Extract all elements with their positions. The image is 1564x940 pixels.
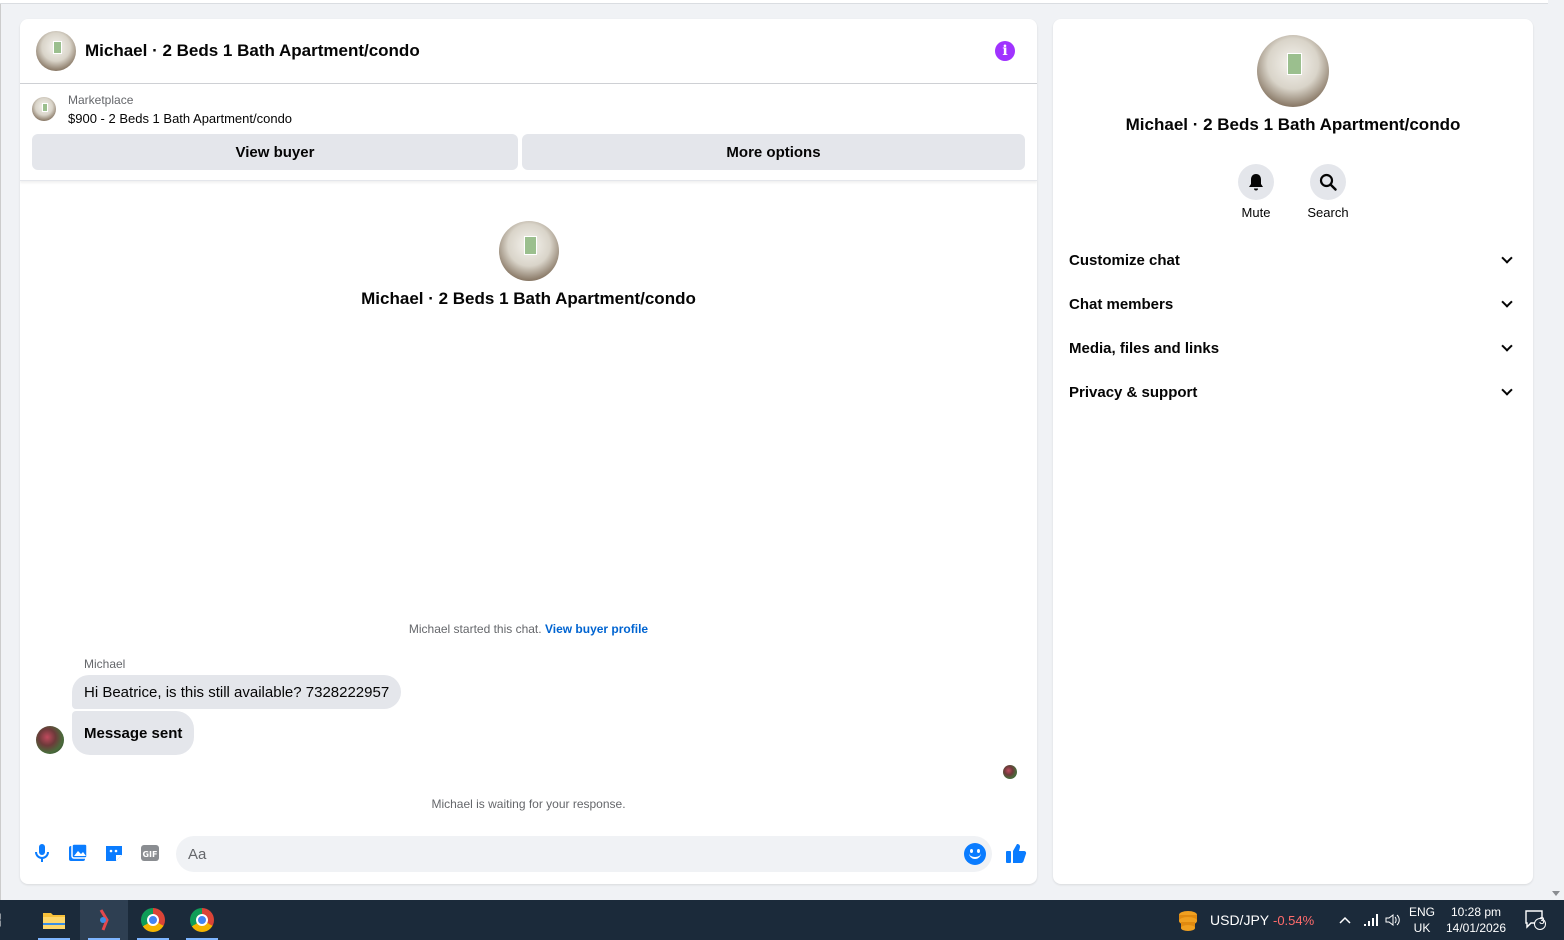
sender-avatar[interactable] [36, 726, 64, 754]
message-composer: GIF [20, 831, 1037, 875]
info-title: Michael · 2 Beds 1 Bath Apartment/condo [1125, 115, 1461, 134]
clock-date: 14/01/2026 [1445, 921, 1507, 935]
ticker-change[interactable]: -0.54% [1273, 913, 1314, 928]
chrome-profile-h-icon[interactable] [129, 900, 177, 940]
marketplace-label: Marketplace [68, 93, 134, 107]
gif-icon[interactable]: GIF [140, 843, 160, 863]
chat-center-title: Michael · 2 Beds 1 Bath Apartment/condo [361, 289, 696, 308]
chevron-down-icon [1501, 384, 1513, 396]
photo-icon[interactable] [68, 843, 88, 863]
search-button[interactable] [1310, 164, 1346, 200]
ticker-symbol[interactable]: USD/JPY [1210, 912, 1269, 928]
chevron-down-icon [1501, 296, 1513, 308]
more-options-button[interactable]: More options [522, 134, 1025, 170]
chevron-down-icon [1501, 252, 1513, 264]
listing-title[interactable]: $900 - 2 Beds 1 Bath Apartment/condo [68, 111, 292, 126]
volume-icon[interactable] [1380, 900, 1406, 940]
windows-taskbar: USD/JPY -0.54% ENG UK 10:28 pm 14/01/202… [0, 900, 1564, 940]
svg-text:GIF: GIF [142, 850, 157, 859]
thumbs-up-icon[interactable] [1004, 843, 1028, 863]
file-explorer-icon[interactable] [30, 900, 78, 940]
accordion-chat-members[interactable]: Chat members [1069, 286, 1517, 322]
input-language[interactable]: ENG UK [1404, 904, 1440, 936]
sender-name: Michael [84, 657, 126, 671]
chat-header: Michael · 2 Beds 1 Bath Apartment/condo … [20, 19, 1037, 84]
bell-icon [1249, 174, 1263, 191]
message-bubble[interactable]: Hi Beatrice, is this still available? 73… [72, 675, 402, 709]
language-code: ENG [1408, 905, 1435, 919]
accordion-label: Customize chat [1069, 251, 1180, 269]
view-buyer-button[interactable]: View buyer [32, 134, 518, 170]
chat-started-notice: Michael started this chat. View buyer pr… [20, 622, 1037, 636]
seen-receipt-avatar [1003, 765, 1017, 779]
accordion-label: Chat members [1069, 295, 1174, 313]
view-buyer-profile-link[interactable]: View buyer profile [545, 622, 648, 636]
search-label[interactable]: Search [1298, 205, 1358, 220]
accordion-privacy-support[interactable]: Privacy & support [1069, 374, 1517, 410]
message-input[interactable] [176, 836, 992, 872]
marketplace-bar: Marketplace $900 - 2 Beds 1 Bath Apartme… [20, 84, 1037, 181]
clock-time: 10:28 pm [1450, 905, 1502, 919]
scroll-down-arrow-icon[interactable] [1552, 891, 1560, 896]
message-bubble[interactable]: Message sent [72, 711, 195, 755]
listing-avatar[interactable] [36, 31, 76, 71]
browser-top-edge [0, 0, 1548, 4]
chat-title[interactable]: Michael · 2 Beds 1 Bath Apartment/condo [85, 41, 420, 61]
notification-center-icon[interactable]: 3 [1516, 900, 1556, 940]
window-left-edge [0, 4, 1, 900]
vertical-scrollbar[interactable] [1548, 0, 1564, 900]
clock[interactable]: 10:28 pm 14/01/2026 [1440, 904, 1512, 936]
mute-button[interactable] [1238, 164, 1274, 200]
mute-label[interactable]: Mute [1226, 205, 1286, 220]
waiting-notice: Michael is waiting for your response. [431, 797, 626, 811]
chat-center-avatar[interactable] [499, 221, 559, 281]
search-icon [1319, 173, 1337, 191]
notification-count: 3 [1539, 916, 1545, 927]
accordion-label: Privacy & support [1069, 383, 1198, 401]
chevron-down-icon [1501, 340, 1513, 352]
chat-info-panel: Michael · 2 Beds 1 Bath Apartment/condo … [1053, 19, 1533, 884]
chrome-icon[interactable] [178, 900, 226, 940]
microphone-icon[interactable] [32, 843, 52, 863]
info-icon[interactable]: i [995, 41, 1015, 61]
language-region: UK [1413, 921, 1431, 935]
accordion-customize-chat[interactable]: Customize chat [1069, 242, 1517, 278]
accordion-label: Media, files and links [1069, 339, 1220, 357]
task-view-icon[interactable] [0, 900, 16, 940]
chevron-up-icon[interactable] [1332, 900, 1358, 940]
sticker-icon[interactable] [104, 843, 124, 863]
ticker-coins-icon[interactable] [1166, 900, 1210, 940]
app-icon-active[interactable] [80, 900, 128, 940]
accordion-media-files-links[interactable]: Media, files and links [1069, 330, 1517, 366]
listing-thumbnail[interactable] [32, 97, 56, 121]
started-text: Michael started this chat. [408, 622, 542, 636]
chat-panel: Michael · 2 Beds 1 Bath Apartment/condo … [20, 19, 1037, 884]
emoji-icon[interactable] [964, 843, 986, 865]
info-avatar[interactable] [1257, 35, 1329, 107]
